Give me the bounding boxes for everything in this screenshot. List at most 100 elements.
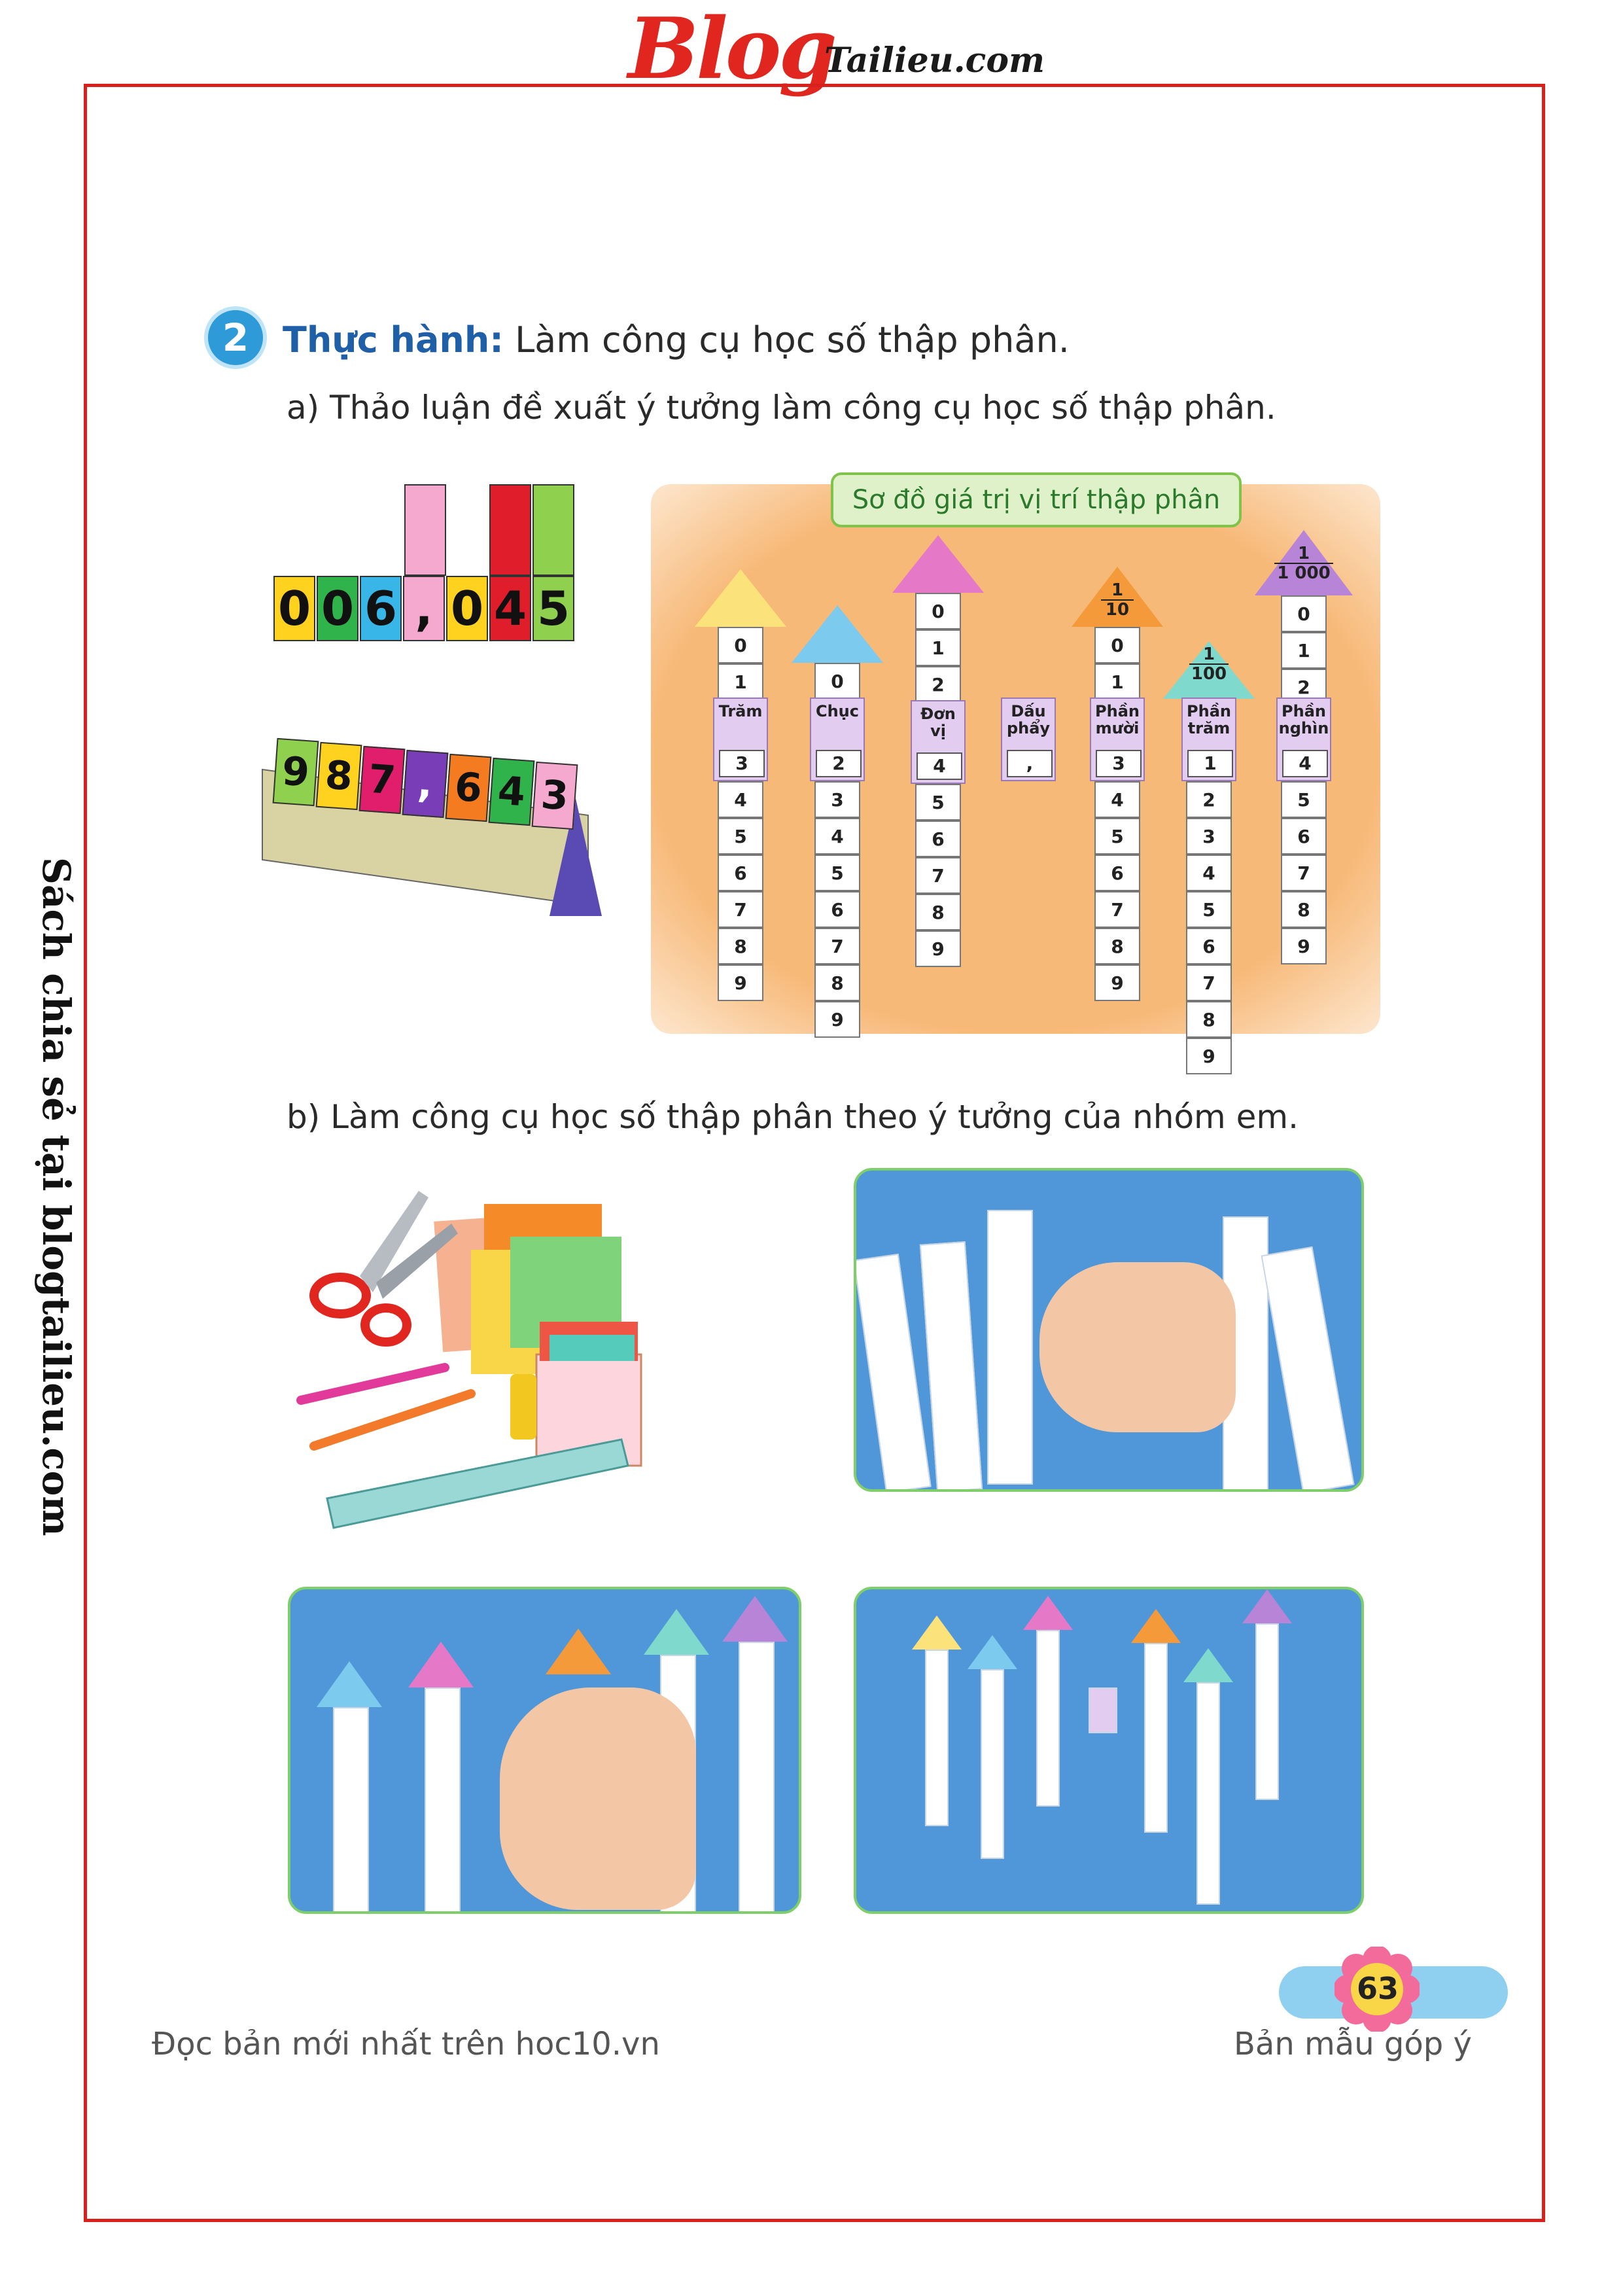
digit-cell: 9 (915, 930, 961, 967)
digit-cell: 6 (1281, 818, 1327, 855)
column-phan-muoi: 1 10 0 1 Phần mười 3 4 5 6 7 8 9 (1072, 567, 1163, 1025)
heading-bold: Thực hành: (283, 319, 504, 361)
digit-cell: 7 (1281, 855, 1327, 891)
selected-digit: 3 (719, 750, 765, 777)
strip-roof (1131, 1609, 1181, 1643)
photo-finished-tool (854, 1587, 1364, 1914)
digit-cell: 5 (718, 818, 763, 855)
digit-cell: 2 (1186, 781, 1232, 818)
digit-cell: 7 (915, 857, 961, 894)
strip-roof (1242, 1589, 1292, 1623)
digit-cell: 6 (1094, 855, 1140, 891)
digit-cell: 1 (1094, 663, 1140, 700)
paper-strip (1255, 1623, 1279, 1800)
materials-illustration (275, 1178, 680, 1544)
digit-cell: 4 (814, 818, 860, 855)
photo-gluing-roofs (288, 1587, 801, 1914)
fraction-tenth: 1 10 (1101, 581, 1134, 619)
selected-digit: , (1007, 750, 1053, 777)
paper-strip (425, 1687, 461, 1911)
digit-cell: 5 (1281, 781, 1327, 818)
page-number: 63 (1356, 1971, 1399, 2006)
logo-sub-text: Tailieu.com (824, 41, 1045, 80)
fraction-numerator: 1 (1202, 645, 1215, 664)
strip-roof (1183, 1648, 1233, 1682)
digit-cell: 5 (915, 784, 961, 821)
selected-digit: 4 (1282, 750, 1328, 777)
label-text: Dấu phẩy (1006, 702, 1051, 737)
section-heading: Thực hành: Làm công cụ học số thập phân. (283, 319, 1070, 361)
hands (500, 1687, 696, 1910)
digit-cell: 0 (1094, 627, 1140, 663)
place-label: Phần mười 3 (1090, 698, 1145, 781)
paper-strip (925, 1650, 949, 1826)
strip-roof (408, 1642, 474, 1687)
strip-roof (1023, 1596, 1073, 1630)
selected-digit: 3 (1096, 750, 1142, 777)
hands (1039, 1262, 1236, 1432)
digit-cell: 1 (915, 629, 961, 666)
card-flap (489, 484, 531, 576)
digit-cell: 5 (1094, 818, 1140, 855)
materials-drawing (296, 1191, 642, 1529)
digit-cell: 9 (1281, 928, 1327, 964)
digit-cell: 9 (718, 964, 763, 1001)
digit-cell: 0 (915, 593, 961, 629)
part-a-text: a) Thảo luận đề xuất ý tưởng làm công cụ… (287, 389, 1276, 427)
digit-cell: 6 (1186, 928, 1232, 964)
number-card: , (402, 749, 449, 819)
digit-cell: 9 (1094, 964, 1140, 1001)
column-chuc: 0 Chục 2 3 4 5 6 7 8 9 (792, 605, 883, 1038)
place-label: Đơn vị 4 (911, 700, 966, 784)
footer-source-text: Đọc bản mới nhất trên hoc10.vn (152, 2026, 660, 2062)
number-card: 8 (315, 741, 362, 811)
part-b-text: b) Làm công cụ học số thập phân theo ý t… (287, 1098, 1299, 1136)
strip-roof (722, 1596, 788, 1642)
label-text: Phần nghìn (1278, 702, 1329, 737)
number-card: 9 (272, 737, 319, 807)
number-card: 3 (531, 761, 578, 830)
digit-cell: 9 (814, 1001, 860, 1038)
paper-strip (1036, 1630, 1060, 1807)
fraction-hundredth: 1 100 (1189, 645, 1229, 683)
photo-writing-strips (854, 1168, 1364, 1492)
digit-cell: 4 (1186, 855, 1232, 891)
fraction-thousandth: 1 1 000 (1274, 544, 1333, 582)
paper-strip (981, 1669, 1004, 1859)
number-card: 4 (489, 576, 531, 641)
side-watermark-text: Sách chia sẻ tại blogtailieu.com (34, 857, 79, 1536)
digit-cell: 8 (814, 964, 860, 1001)
selected-digit: 1 (1187, 750, 1233, 777)
fraction-numerator: 1 (1111, 580, 1124, 600)
paper-strip (1144, 1643, 1168, 1833)
digit-cell: 1 (1281, 632, 1327, 669)
number-card: , (403, 576, 445, 641)
fraction-denominator: 10 (1101, 599, 1134, 619)
number-card: 6 (360, 576, 402, 641)
place-label: Trăm 3 (713, 698, 768, 781)
digit-cell: 8 (1186, 1001, 1232, 1038)
paper-strip (1261, 1246, 1355, 1489)
fraction-numerator: 1 (1297, 544, 1310, 563)
fraction-denominator: 100 (1189, 663, 1229, 683)
digit-cell: 0 (1281, 595, 1327, 632)
paper-strip (987, 1210, 1033, 1485)
column-roof (695, 569, 786, 627)
column-tram: 0 1 Trăm 3 4 5 6 7 8 9 (695, 569, 786, 1027)
digit-cell: 3 (814, 781, 860, 818)
number-cards-2: 9 8 7 , 6 4 3 (262, 720, 602, 916)
label-text: Phần mười (1095, 702, 1140, 737)
digit-cell: 8 (1281, 891, 1327, 928)
column-don-vi: 0 1 2 Đơn vị 4 5 6 7 8 9 (892, 535, 984, 967)
digit-cell: 6 (814, 891, 860, 928)
place-label: Phần nghìn 4 (1276, 698, 1331, 781)
digit-cell: 9 (1186, 1038, 1232, 1074)
digit-cell: 5 (814, 855, 860, 891)
number-card: 5 (532, 576, 574, 641)
strip-roof (968, 1635, 1017, 1669)
card-flap (532, 484, 574, 576)
strip-roof (317, 1661, 382, 1707)
label-text: Đơn vị (920, 705, 956, 740)
place-label: Chục 2 (810, 698, 865, 781)
digit-cell: 6 (718, 855, 763, 891)
